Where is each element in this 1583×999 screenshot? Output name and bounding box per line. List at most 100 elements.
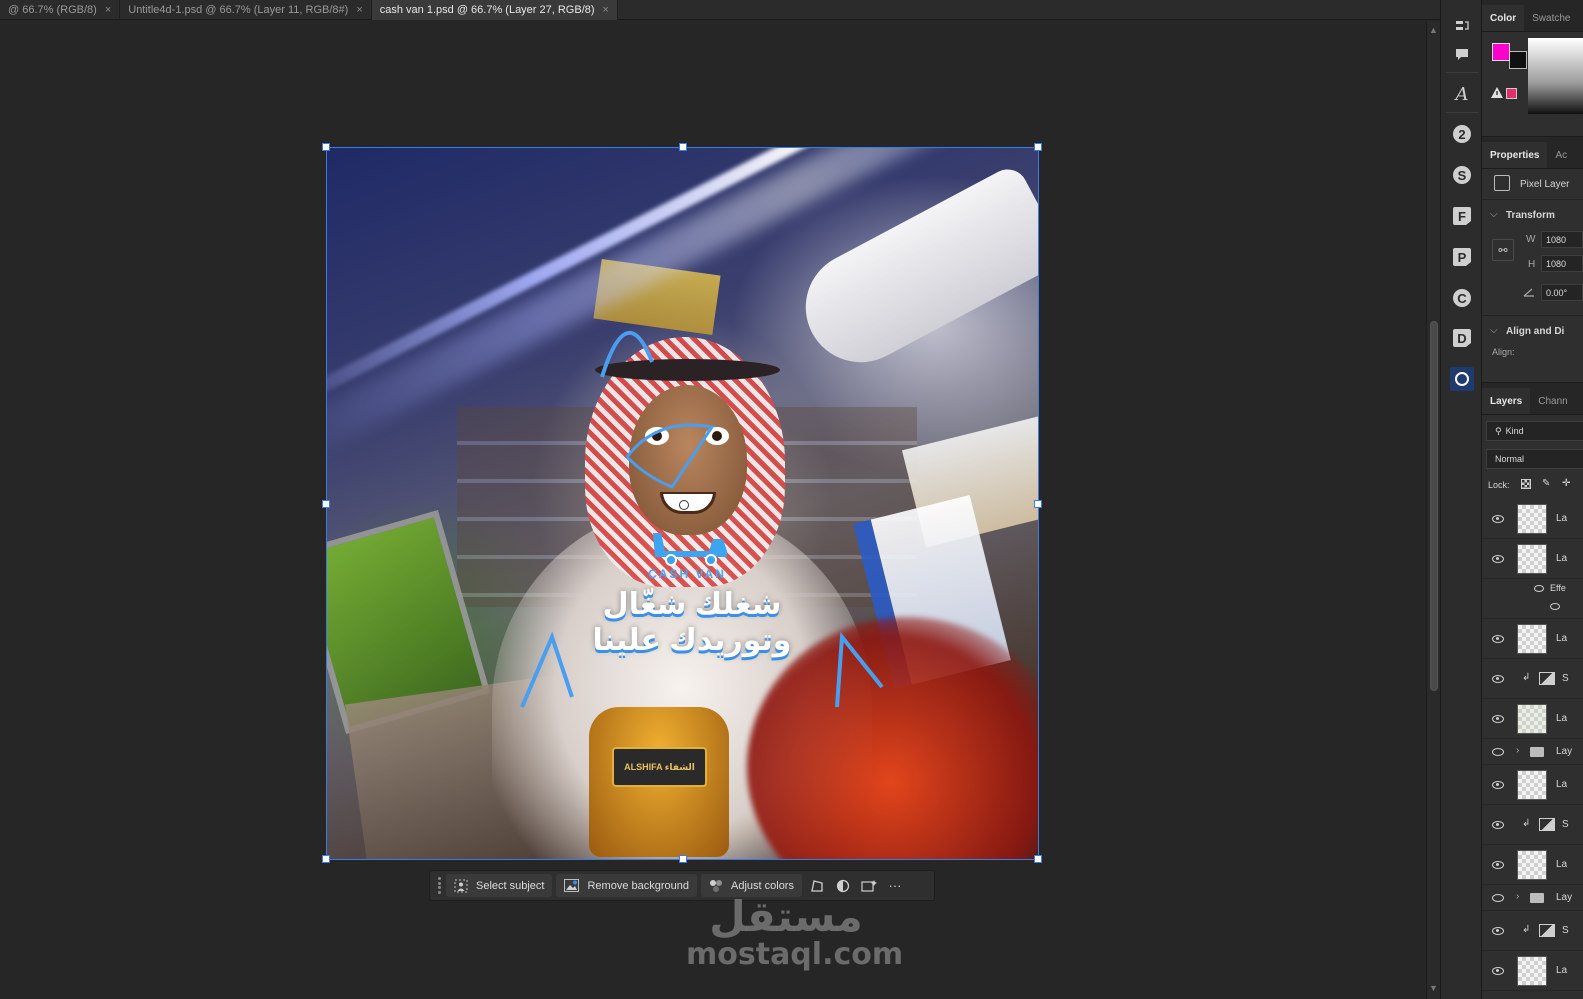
logo-text: CASH VAN [648, 567, 726, 581]
document-canvas[interactable]: ALSHIFA الشفاء CASH VAN شغلك شغّال وتوري… [0, 21, 1426, 999]
lock-transparent-pixels-icon[interactable] [1521, 479, 1531, 489]
tab-adjustments[interactable]: Ac [1547, 142, 1575, 168]
foreground-color-swatch[interactable] [1492, 43, 1510, 61]
visibility-eye-icon[interactable] [1492, 894, 1504, 902]
visibility-eye-icon[interactable] [1492, 515, 1504, 523]
glyphs-icon[interactable]: A [1450, 82, 1474, 106]
layer-row[interactable]: La [1482, 765, 1583, 805]
tab-layers[interactable]: Layers [1482, 388, 1531, 414]
plugin-d-icon[interactable]: D [1450, 326, 1474, 350]
layer-row[interactable]: La [1482, 951, 1583, 991]
layer-name: La [1556, 513, 1568, 524]
height-field[interactable]: 1080 [1541, 255, 1583, 272]
visibility-eye-icon[interactable] [1492, 555, 1504, 563]
gamut-correction-swatch[interactable] [1506, 88, 1517, 99]
artwork-image[interactable]: ALSHIFA الشفاء CASH VAN شغلك شغّال وتوري… [327, 147, 1038, 859]
visibility-eye-icon[interactable] [1492, 748, 1504, 756]
plugin-c-icon[interactable]: C [1450, 286, 1474, 310]
layer-group-row[interactable]: › Lay [1482, 739, 1583, 765]
visibility-eye-icon[interactable] [1492, 781, 1504, 789]
plugin-2-icon[interactable]: 2 [1450, 122, 1474, 146]
plugin-p-icon[interactable]: P [1450, 245, 1474, 269]
headline-text: شغلك شغّال وتوريدك علينا [557, 587, 827, 659]
blend-mode-select[interactable]: Normal [1486, 449, 1583, 469]
comment-icon[interactable] [1450, 42, 1474, 66]
plugin-f-icon[interactable]: F [1450, 204, 1474, 228]
visibility-eye-icon[interactable] [1492, 821, 1504, 829]
layer-row[interactable]: La [1482, 539, 1583, 579]
watermark-latin: mostaql.com [686, 937, 904, 972]
layer-row-adjustment[interactable]: ↲ S [1482, 805, 1583, 845]
layer-name: La [1556, 633, 1568, 644]
tab-document-1[interactable]: @ 66.7% (RGB/8) × [0, 0, 121, 20]
pixel-layer-icon [1494, 175, 1510, 191]
history-icon[interactable] [1450, 14, 1474, 38]
visibility-eye-icon[interactable] [1492, 715, 1504, 723]
width-label: W [1526, 234, 1536, 245]
lock-label: Lock: [1488, 480, 1510, 490]
layer-row-adjustment[interactable]: ↲ S [1482, 659, 1583, 699]
lock-image-pixels-icon[interactable]: ✎ [1542, 478, 1550, 489]
layer-name: Lay [1556, 892, 1573, 903]
tab-swatches[interactable]: Swatche [1524, 5, 1578, 31]
visibility-eye-icon[interactable] [1492, 927, 1504, 935]
plugin-s-icon[interactable]: S [1450, 163, 1474, 187]
angle-icon [1523, 288, 1534, 297]
select-subject-button[interactable]: Select subject [446, 874, 553, 897]
adjust-colors-label: Adjust colors [731, 879, 794, 892]
layer-filter-select[interactable]: ⚲ Kind [1486, 421, 1583, 441]
tab-color[interactable]: Color [1482, 5, 1525, 31]
canvas-vertical-scrollbar[interactable]: ▲ ▼ [1426, 21, 1440, 999]
folder-icon [1530, 893, 1544, 903]
tab-document-1-label: @ 66.7% (RGB/8) [8, 4, 97, 16]
scrollbar-thumb[interactable] [1430, 321, 1438, 691]
layer-effects-row[interactable]: Effe [1482, 579, 1583, 619]
scroll-down-icon[interactable]: ▼ [1429, 983, 1438, 993]
layer-row[interactable]: La [1482, 845, 1583, 885]
visibility-eye-icon[interactable] [1492, 861, 1504, 869]
color-picker-field[interactable] [1528, 38, 1583, 114]
layer-row[interactable]: La [1482, 499, 1583, 539]
layer-row-adjustment[interactable]: ↲ S [1482, 911, 1583, 951]
transform-section-title[interactable]: Transform [1506, 210, 1555, 221]
svg-text:F: F [1458, 209, 1466, 224]
visibility-eye-icon[interactable] [1492, 967, 1504, 975]
layer-group-row[interactable]: › Lay [1482, 885, 1583, 911]
effect-visibility-eye-icon[interactable] [1550, 603, 1560, 610]
layer-row[interactable]: La [1482, 699, 1583, 739]
layer-thumbnail [1517, 956, 1547, 986]
more-options-icon[interactable]: ··· [884, 875, 906, 897]
link-proportions-icon[interactable]: ⚯ [1492, 239, 1514, 261]
out-of-gamut-warning-icon[interactable] [1491, 87, 1503, 98]
visibility-eye-icon[interactable] [1492, 675, 1504, 683]
visibility-eye-icon[interactable] [1492, 635, 1504, 643]
tab-document-1-close-icon[interactable]: × [105, 4, 111, 16]
svg-text:2: 2 [1458, 127, 1465, 142]
angle-field[interactable]: 0.00° [1541, 284, 1583, 301]
lock-position-icon[interactable]: ✛ [1562, 478, 1570, 489]
align-collapse-icon[interactable]: ⌵ [1490, 325, 1498, 336]
expand-chevron-icon[interactable]: › [1516, 891, 1519, 902]
align-section-title[interactable]: Align and Di [1506, 326, 1564, 337]
tab-properties[interactable]: Properties [1482, 142, 1548, 168]
plugin-circle-icon[interactable] [1450, 367, 1474, 391]
svg-text:S: S [1458, 168, 1467, 183]
taskbar-drag-handle-icon[interactable] [436, 877, 442, 895]
tab-document-3-close-icon[interactable]: × [603, 4, 609, 16]
document-tab-bar: @ 66.7% (RGB/8) × Untitle4d-1.psd @ 66.7… [0, 0, 1440, 20]
transform-collapse-icon[interactable]: ⌵ [1490, 209, 1498, 220]
clipping-mask-icon: ↲ [1522, 672, 1531, 683]
tab-channels[interactable]: Chann [1530, 388, 1575, 414]
tab-document-3[interactable]: cash van 1.psd @ 66.7% (Layer 27, RGB/8)… [371, 0, 618, 20]
expand-chevron-icon[interactable]: › [1516, 745, 1519, 756]
width-field[interactable]: 1080 [1541, 231, 1583, 248]
remove-background-button[interactable]: Remove background [556, 874, 697, 897]
background-color-swatch[interactable] [1509, 51, 1527, 69]
effects-visibility-eye-icon[interactable] [1534, 585, 1544, 592]
select-subject-label: Select subject [476, 879, 545, 892]
layer-row[interactable]: La [1482, 619, 1583, 659]
tab-document-2-close-icon[interactable]: × [356, 4, 362, 16]
layer-filter-value: Kind [1505, 426, 1524, 436]
scroll-up-icon[interactable]: ▲ [1429, 25, 1438, 35]
tab-document-2[interactable]: Untitle4d-1.psd @ 66.7% (Layer 11, RGB/8… [120, 0, 372, 20]
